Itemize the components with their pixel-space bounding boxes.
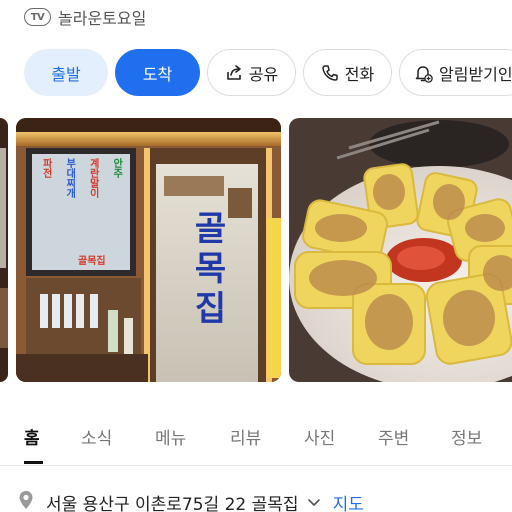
arrive-label: 도착 [142,64,173,84]
address-row[interactable]: 서울 용산구 이촌로75길 22 골목집 지도 [18,490,364,512]
share-label: 공유 [248,64,279,84]
share-icon [225,64,243,82]
arrive-button[interactable]: 도착 [115,49,200,96]
door-sign: 골목집 [187,210,227,330]
photo-carousel[interactable]: 안주 계란말이 부대찌개 파전 골목집 골목집 [0,118,512,382]
tab-info[interactable]: 정보 [451,424,482,449]
alarm-label: 알림받기인 [439,64,512,84]
menu-board-sub: 골목집 [78,256,106,267]
depart-label: 출발 [51,64,81,84]
tab-menu[interactable]: 메뉴 [155,424,186,449]
alarm-button[interactable]: 알림받기인 [399,49,512,96]
active-tab-indicator [24,461,43,464]
bell-plus-icon [413,63,433,83]
menu-board-line: 파전 [40,158,52,178]
tv-badge-icon: TV [24,8,51,26]
tabs-divider [0,465,512,466]
storefront-photo[interactable]: 안주 계란말이 부대찌개 파전 골목집 골목집 [16,118,281,382]
share-button[interactable]: 공유 [207,49,296,96]
food-photo[interactable] [289,118,512,382]
tv-program-line[interactable]: TV 놀라운토요일 [24,5,146,29]
place-detail-screen: TV 놀라운토요일 출발 도착 공유 전화 알림받기인 안주 계란말이 부대찌개… [0,0,512,512]
chevron-down-icon[interactable] [307,493,321,512]
tab-news[interactable]: 소식 [81,424,112,449]
call-label: 전화 [344,64,375,84]
call-button[interactable]: 전화 [303,49,392,96]
tab-reviews[interactable]: 리뷰 [230,424,261,449]
tab-nearby[interactable]: 주변 [378,424,409,449]
tv-program-name: 놀라운토요일 [58,9,147,28]
menu-board-line: 부대찌개 [63,158,75,198]
phone-icon [321,64,339,82]
tab-photos[interactable]: 사진 [304,424,335,449]
action-button-row: 출발 도착 공유 전화 알림받기인 [24,49,512,96]
map-link[interactable]: 지도 [333,490,364,512]
depart-button[interactable]: 출발 [24,49,108,96]
location-pin-icon [18,490,34,512]
tab-home[interactable]: 홈 [24,424,40,449]
previous-photo[interactable] [0,118,8,382]
menu-board-line: 안주 [110,158,122,178]
place-tabs: 홈 소식 메뉴 리뷰 사진 주변 정보 [0,418,512,466]
address-text: 서울 용산구 이촌로75길 22 골목집 [46,494,299,512]
